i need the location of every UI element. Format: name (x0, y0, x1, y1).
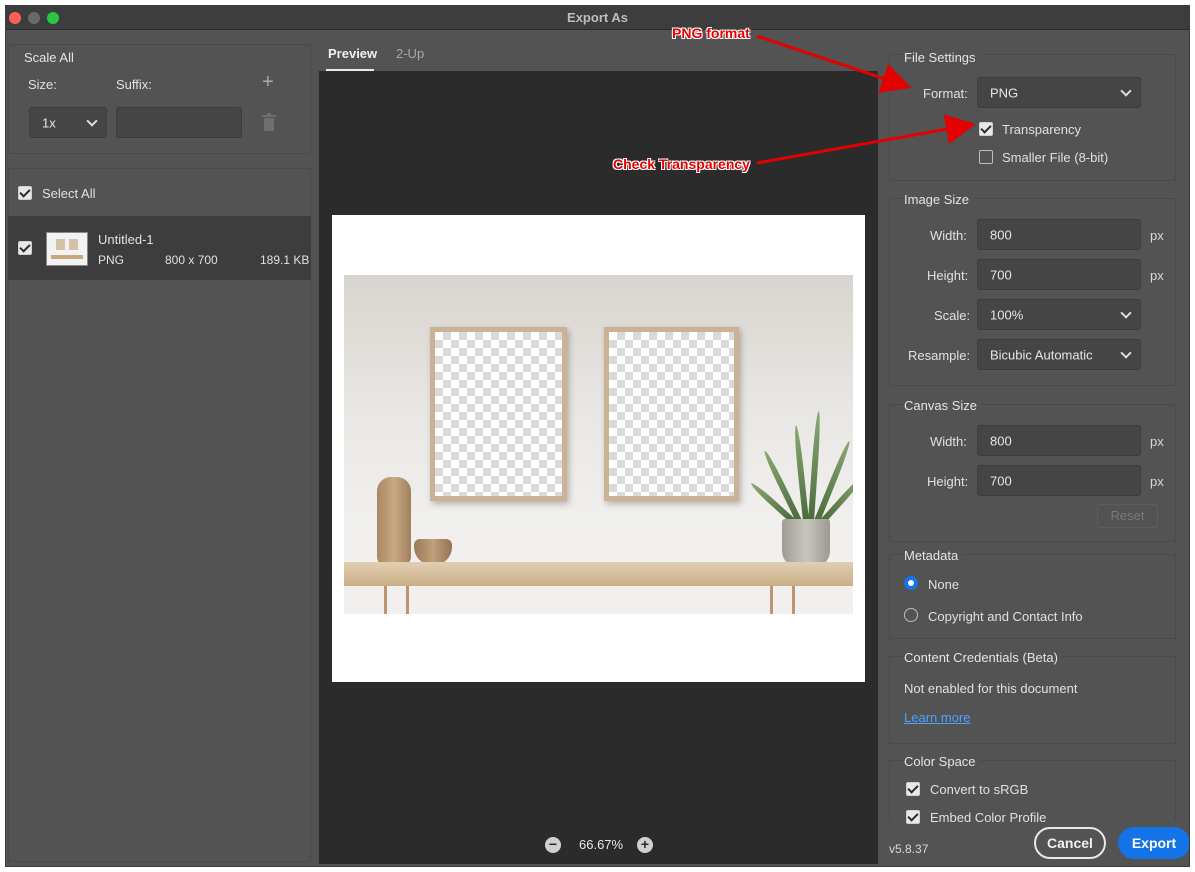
transparency-label: Transparency (1002, 122, 1081, 137)
format-select-value: PNG (990, 85, 1019, 100)
scale-select[interactable]: 100% (977, 299, 1141, 330)
zoom-in-icon[interactable]: + (637, 837, 653, 853)
window-title: Export As (567, 10, 628, 25)
tab-preview[interactable]: Preview (328, 46, 377, 61)
chevron-down-icon (1120, 346, 1132, 359)
canvas-height-input[interactable]: 700 (977, 465, 1141, 496)
canvas-width-input[interactable]: 800 (977, 425, 1141, 456)
chevron-down-icon (86, 114, 98, 127)
select-all-checkbox[interactable] (18, 186, 32, 200)
format-label: Format: (923, 86, 968, 101)
canvas-width-unit: px (1150, 434, 1164, 449)
tall-vase (377, 477, 411, 565)
image-height-label: Height: (927, 268, 969, 283)
add-scale-icon[interactable]: + (262, 72, 274, 92)
convert-srgb-label: Convert to sRGB (930, 782, 1029, 797)
preview-canvas (332, 215, 865, 682)
size-label: Size: (28, 77, 57, 92)
metadata-copyright-radio[interactable] (904, 608, 918, 622)
metadata-title: Metadata (904, 548, 963, 563)
trash-icon[interactable] (262, 113, 276, 131)
content-credentials-status: Not enabled for this document (904, 681, 1078, 696)
suffix-label: Suffix: (116, 77, 152, 92)
size-select-value: 1x (42, 115, 56, 130)
plant-pot (782, 519, 830, 567)
scale-label: Scale: (934, 308, 971, 323)
select-all-label: Select All (42, 186, 96, 201)
metadata-none-radio[interactable] (904, 576, 918, 590)
file-size: 189.1 KB (260, 253, 310, 267)
frame-left (430, 327, 567, 501)
suffix-input[interactable] (116, 107, 242, 138)
reset-button[interactable]: Reset (1097, 504, 1158, 528)
file-thumbnail (46, 232, 88, 266)
learn-more-link[interactable]: Learn more (904, 710, 970, 725)
color-space-title: Color Space (904, 754, 980, 769)
annotation-check-transparency: Check Transparency (613, 156, 750, 172)
convert-srgb-checkbox[interactable] (906, 782, 920, 796)
image-height-input[interactable]: 700 (977, 259, 1141, 290)
version-label: v5.8.37 (889, 842, 929, 856)
tab-2-up[interactable]: 2-Up (396, 46, 424, 61)
image-width-unit: px (1150, 228, 1164, 243)
annotation-png-format: PNG format (672, 25, 750, 41)
metadata-none-label: None (928, 577, 960, 592)
canvas-height-unit: px (1150, 474, 1164, 489)
file-checkbox[interactable] (18, 241, 32, 255)
file-format: PNG (98, 253, 125, 267)
zoom-out-icon[interactable]: − (545, 837, 561, 853)
embed-profile-checkbox[interactable] (906, 810, 920, 824)
size-select[interactable]: 1x (29, 107, 107, 138)
canvas-size-title: Canvas Size (904, 398, 981, 413)
image-size-title: Image Size (904, 192, 974, 207)
format-select[interactable]: PNG (977, 77, 1141, 108)
export-button[interactable]: Export (1118, 827, 1189, 859)
content-credentials-group (889, 656, 1176, 744)
smaller-file-checkbox[interactable] (979, 150, 993, 164)
image-width-label: Width: (930, 228, 967, 243)
chevron-down-icon (1120, 306, 1132, 319)
file-settings-title: File Settings (904, 50, 980, 65)
transparency-checkbox[interactable] (979, 122, 993, 136)
canvas-width-label: Width: (930, 434, 967, 449)
cancel-button[interactable]: Cancel (1034, 827, 1106, 859)
zoom-bar: − 66.67% + (319, 834, 878, 858)
preview-image (344, 275, 853, 614)
chevron-down-icon (1120, 84, 1132, 97)
resample-label: Resample: (908, 348, 971, 363)
embed-profile-label: Embed Color Profile (930, 810, 1047, 825)
image-width-input[interactable]: 800 (977, 219, 1141, 250)
canvas-height-label: Height: (927, 474, 969, 489)
metadata-copyright-label: Copyright and Contact Info (928, 609, 1083, 624)
resample-select[interactable]: Bicubic Automatic (977, 339, 1141, 370)
file-row[interactable]: Untitled-1 PNG 800 x 700 189.1 KB (8, 216, 311, 280)
metadata-group (889, 554, 1176, 639)
zoom-level: 66.67% (579, 837, 624, 852)
file-dimensions: 800 x 700 (165, 253, 218, 267)
image-height-unit: px (1150, 268, 1164, 283)
content-credentials-title: Content Credentials (Beta) (904, 650, 1062, 665)
frame-right (604, 327, 739, 501)
export-as-dialog: Export As Scale All Size: Suffix: + 1x S… (5, 5, 1190, 867)
preview-area (319, 71, 878, 864)
title-bar: Export As (6, 6, 1189, 30)
smaller-file-label: Smaller File (8-bit) (1002, 150, 1109, 165)
file-name: Untitled-1 (98, 232, 154, 247)
scale-all-title: Scale All (24, 50, 74, 65)
shelf (344, 562, 853, 586)
